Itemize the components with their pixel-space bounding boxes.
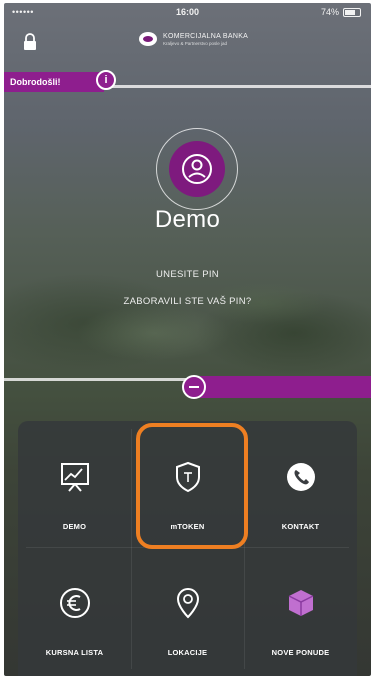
tile-demo[interactable]: DEMO (18, 421, 131, 547)
mtoken-highlight (136, 423, 248, 549)
lock-icon[interactable] (22, 33, 38, 51)
tile-lokacije[interactable]: LOKACIJE (131, 547, 244, 673)
logo-name: KOMERCIJALNA BANKA (163, 32, 249, 40)
menu-band (192, 376, 371, 398)
package-icon (288, 590, 313, 616)
info-button[interactable]: i (96, 70, 116, 90)
status-right: 74% (321, 7, 361, 17)
menu-divider (4, 378, 189, 381)
status-bar: •••••• 16:00 74% (4, 6, 371, 20)
logo-tagline: Kraljevo & Partnerstvo posle jad (163, 40, 228, 46)
location-pin-icon (176, 587, 199, 619)
phone-icon (286, 463, 315, 491)
tile-label: NOVE PONUDE (271, 648, 330, 657)
bank-logo-icon (139, 32, 157, 46)
collapse-menu-button[interactable] (182, 375, 206, 399)
tile-kursna-lista[interactable]: KURSNA LISTA (18, 547, 131, 673)
battery-icon (343, 7, 361, 17)
tile-kontakt[interactable]: KONTAKT (244, 421, 357, 547)
battery-percent: 74% (320, 7, 339, 17)
welcome-label: Dobrodošli! (4, 72, 104, 92)
tile-nove-ponude[interactable]: NOVE PONUDE (244, 547, 357, 673)
status-time: 16:00 (175, 7, 200, 17)
euro-icon (59, 588, 90, 618)
tile-label: DEMO (62, 522, 87, 531)
minus-icon (189, 386, 199, 388)
tile-label: KURSNA LISTA (45, 648, 104, 657)
profile-name: Demo (154, 206, 221, 233)
welcome-divider (104, 85, 371, 88)
chart-easel-icon (60, 463, 89, 492)
user-avatar-icon[interactable] (169, 141, 225, 197)
tile-label: KONTAKT (281, 522, 320, 531)
bank-logo: KOMERCIJALNA BANKA Kraljevo & Partnerstv… (139, 32, 248, 46)
enter-pin-link[interactable]: UNESITE PIN (4, 269, 371, 280)
forgot-pin-link[interactable]: ZABORAVILI STE VAŠ PIN? (4, 296, 371, 307)
app-screen: •••••• 16:00 74% KOMERCIJALNA BANKA Kral… (4, 3, 371, 676)
tile-label: LOKACIJE (167, 648, 208, 657)
